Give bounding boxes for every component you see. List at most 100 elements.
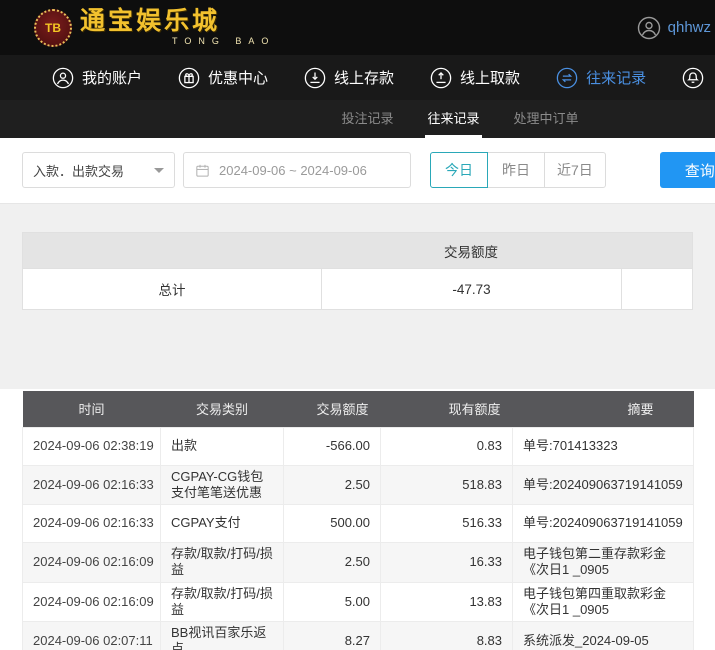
tab-betting-records[interactable]: 投注记录 xyxy=(339,100,395,138)
cell-summary: 系统派发_2024-09-05 xyxy=(512,621,694,650)
cell-type: CGPAY支付 xyxy=(160,504,284,543)
summary-header-empty xyxy=(23,233,321,268)
cell-time: 2024-09-06 02:07:11 xyxy=(22,621,161,650)
table-header-row: 时间 交易类别 交易额度 现有额度 摘要 xyxy=(22,391,694,427)
cell-amount: 500.00 xyxy=(283,504,381,543)
main-nav: 我的账户 优惠中心 线上存款 线上取款 往来记录 xyxy=(0,55,715,100)
top-bar: TB 通宝娱乐城 TONG BAO qhhwz xyxy=(0,0,715,55)
tab-label: 投注记录 xyxy=(341,111,394,126)
user-icon xyxy=(637,16,660,39)
nav-item-notifications[interactable] xyxy=(664,67,715,89)
table-row: 2024-09-06 02:16:33 CGPAY支付 500.00 516.3… xyxy=(22,504,694,543)
logo-title: 通宝娱乐城 xyxy=(80,7,221,35)
search-button[interactable]: 查询 xyxy=(659,152,715,188)
summary-header-label: 交易额度 xyxy=(321,233,621,268)
tab-label: 处理中订单 xyxy=(513,111,579,126)
cell-balance: 516.33 xyxy=(380,504,513,543)
logo-subtitle: TONG BAO xyxy=(172,36,276,46)
cell-type: BB视讯百家乐返点 xyxy=(160,621,284,650)
tab-transaction-records[interactable]: 往来记录 xyxy=(425,100,482,138)
chevron-down-icon xyxy=(154,167,164,173)
cell-amount: -566.00 xyxy=(283,426,381,466)
summary-total-row: 总计 -47.73 xyxy=(23,268,692,309)
table-row: 2024-09-06 02:07:11 BB视讯百家乐返点 8.27 8.83 … xyxy=(22,621,694,650)
summary-table: 交易额度 总计 -47.73 xyxy=(22,232,693,310)
cell-time: 2024-09-06 02:16:33 xyxy=(22,504,161,543)
record-tabs: 投注记录 往来记录 处理中订单 xyxy=(0,100,715,138)
bell-icon xyxy=(682,67,704,88)
yesterday-button[interactable]: 昨日 xyxy=(487,152,545,188)
page: TB 通宝娱乐城 TONG BAO qhhwz 我的账户 优惠中心 线上存款 线… xyxy=(0,0,715,650)
nav-label: 优惠中心 xyxy=(208,70,269,87)
summary-header-row: 交易额度 xyxy=(23,233,692,268)
nav-label: 线上取款 xyxy=(460,70,521,87)
cell-time: 2024-09-06 02:16:09 xyxy=(22,581,161,622)
account-icon xyxy=(52,67,74,88)
cell-time: 2024-09-06 02:16:33 xyxy=(22,464,161,505)
cell-amount: 2.50 xyxy=(283,464,381,505)
col-header-amount: 交易额度 xyxy=(283,391,381,427)
col-header-time: 时间 xyxy=(22,391,161,427)
transaction-type-select[interactable]: 入款．出款交易 xyxy=(22,152,175,188)
deposit-icon xyxy=(304,67,326,88)
nav-label: 我的账户 xyxy=(82,70,143,87)
nav-item-promotions[interactable]: 优惠中心 xyxy=(160,67,286,89)
nav-item-my-account[interactable]: 我的账户 xyxy=(34,67,160,89)
logo-coin-badge: TB xyxy=(45,20,61,35)
nav-item-deposit[interactable]: 线上存款 xyxy=(286,67,412,89)
cell-type: 存款/取款/打码/损益 xyxy=(160,542,284,583)
table-row: 2024-09-06 02:16:33 CGPAY-CG钱包支付笔笔送优惠 2.… xyxy=(22,464,694,505)
table-row: 2024-09-06 02:16:09 存款/取款/打码/损益 5.00 13.… xyxy=(22,581,694,622)
col-header-balance: 现有额度 xyxy=(380,391,513,427)
table-row: 2024-09-06 02:38:19 出款 -566.00 0.83 单号:7… xyxy=(22,426,694,466)
cell-balance: 518.83 xyxy=(380,464,513,505)
cell-summary: 电子钱包第四重取款彩金《次日1 _0905 xyxy=(512,581,694,622)
today-button[interactable]: 今日 xyxy=(430,152,488,188)
col-header-summary: 摘要 xyxy=(512,391,694,427)
tab-processing-orders[interactable]: 处理中订单 xyxy=(512,100,581,138)
transactions-section: 时间 交易类别 交易额度 现有额度 摘要 2024-09-06 02:38:19… xyxy=(0,389,715,650)
cell-type: 存款/取款/打码/损益 xyxy=(160,581,284,622)
date-range-value: 2024-09-06 ~ 2024-09-06 xyxy=(219,162,367,178)
cell-amount: 8.27 xyxy=(283,621,381,650)
cell-time: 2024-09-06 02:16:09 xyxy=(22,542,161,583)
withdraw-icon xyxy=(430,67,452,88)
logo-text: 通宝娱乐城 TONG BAO xyxy=(80,7,276,47)
cell-summary: 单号:202409063719141059 xyxy=(512,464,694,505)
cell-balance: 8.83 xyxy=(380,621,513,650)
cell-type: 出款 xyxy=(160,426,284,466)
tab-label: 往来记录 xyxy=(427,111,480,126)
cell-balance: 16.33 xyxy=(380,542,513,583)
filter-bar: 入款．出款交易 2024-09-06 ~ 2024-09-06 今日 昨日 近7… xyxy=(0,138,715,204)
cell-time: 2024-09-06 02:38:19 xyxy=(22,426,161,466)
summary-total-value: -47.73 xyxy=(321,269,621,309)
last-7-days-button[interactable]: 近7日 xyxy=(544,152,606,188)
nav-item-records[interactable]: 往来记录 xyxy=(538,67,664,89)
nav-label: 线上存款 xyxy=(334,70,395,87)
gift-icon xyxy=(178,67,200,88)
logo-coin-icon: TB xyxy=(34,8,72,47)
calendar-icon xyxy=(196,164,209,177)
nav-label: 往来记录 xyxy=(586,70,647,87)
records-icon xyxy=(556,67,578,88)
summary-total-label: 总计 xyxy=(158,283,186,298)
cell-summary: 单号:202409063719141059 xyxy=(512,504,694,543)
summary-section: 交易额度 总计 -47.73 xyxy=(0,204,715,389)
cell-balance: 0.83 xyxy=(380,426,513,466)
cell-summary: 电子钱包第二重存款彩金《次日1 _0905 xyxy=(512,542,694,583)
summary-total-empty xyxy=(621,269,692,309)
cell-amount: 2.50 xyxy=(283,542,381,583)
username: qhhwz xyxy=(667,19,711,36)
quick-date-buttons: 今日 昨日 近7日 xyxy=(430,152,606,188)
transactions-table: 时间 交易类别 交易额度 现有额度 摘要 2024-09-06 02:38:19… xyxy=(22,391,694,650)
cell-type: CGPAY-CG钱包支付笔笔送优惠 xyxy=(160,464,284,505)
col-header-type: 交易类别 xyxy=(160,391,284,427)
site-logo[interactable]: TB 通宝娱乐城 TONG BAO xyxy=(34,7,276,47)
cell-balance: 13.83 xyxy=(380,581,513,622)
nav-item-withdraw[interactable]: 线上取款 xyxy=(412,67,538,89)
cell-amount: 5.00 xyxy=(283,581,381,622)
user-account-link[interactable]: qhhwz xyxy=(637,16,711,40)
date-range-picker[interactable]: 2024-09-06 ~ 2024-09-06 xyxy=(183,152,411,188)
summary-header-empty xyxy=(621,233,692,268)
table-row: 2024-09-06 02:16:09 存款/取款/打码/损益 2.50 16.… xyxy=(22,542,694,583)
